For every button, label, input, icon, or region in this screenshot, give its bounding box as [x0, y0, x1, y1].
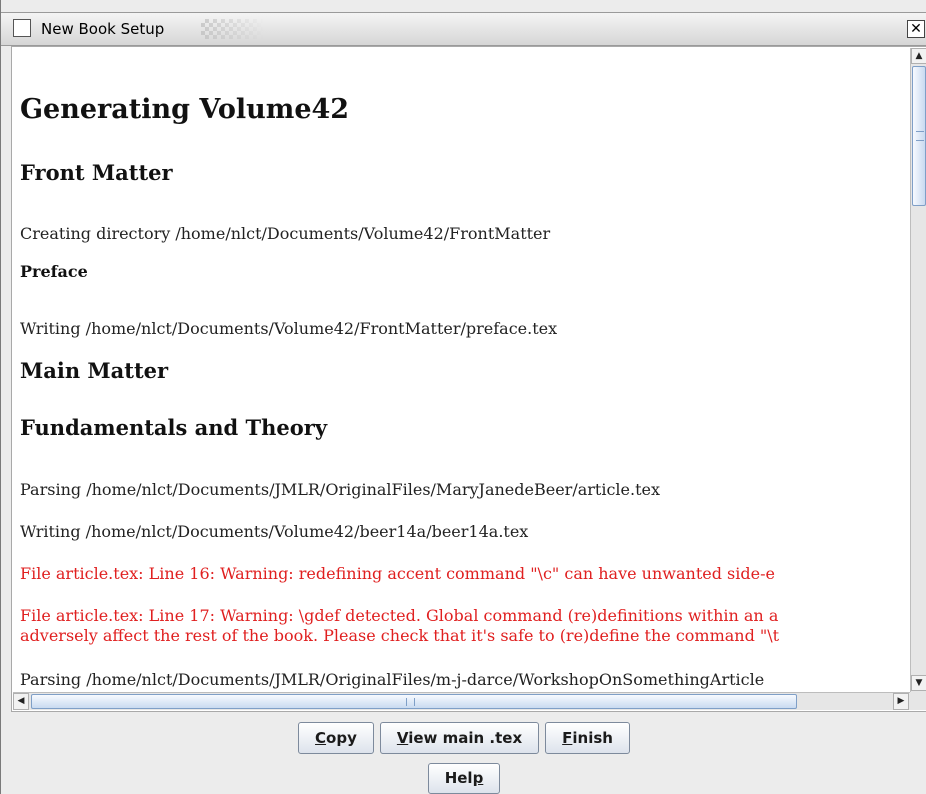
view-main-mnemonic: V — [396, 729, 409, 747]
finish-button[interactable]: Finish — [545, 722, 630, 754]
scroll-up-icon[interactable]: ▲ — [911, 48, 926, 64]
log-line-parse-darce: Parsing /home/nlct/Documents/JMLR/Origin… — [20, 670, 765, 689]
view-main-tex-button[interactable]: View main .tex — [379, 722, 540, 754]
title-bar-texture — [201, 19, 265, 39]
finish-label: inish — [572, 729, 613, 747]
scroll-right-icon[interactable]: ▶ — [893, 693, 909, 710]
warning-line-17-continued: adversely affect the rest of the book. P… — [20, 626, 780, 645]
help-mnemonic: p — [472, 769, 484, 787]
window-title: New Book Setup — [41, 20, 165, 38]
fundamentals-heading: Fundamentals and Theory — [20, 415, 328, 440]
preface-heading: Preface — [20, 262, 88, 281]
view-main-label: iew main .tex — [408, 729, 523, 747]
warning-line-17: File article.tex: Line 17: Warning: \gde… — [20, 606, 779, 625]
scroll-corner — [910, 692, 926, 710]
log-line-create-dir: Creating directory /home/nlct/Documents/… — [20, 224, 551, 243]
vertical-scrollbar[interactable]: ▲ ▼ — [910, 48, 926, 692]
horizontal-scrollbar[interactable]: ◀ ▶ — [13, 692, 910, 710]
warning-line-16: File article.tex: Line 16: Warning: rede… — [20, 564, 775, 583]
front-matter-heading: Front Matter — [20, 160, 173, 185]
log-viewport[interactable]: Generating Volume42 Front Matter Creatin… — [13, 48, 910, 692]
copy-button-mnemonic: C — [315, 729, 327, 747]
log-panel: Generating Volume42 Front Matter Creatin… — [11, 46, 926, 712]
finish-mnemonic: F — [562, 729, 573, 747]
new-book-setup-dialog: New Book Setup ✕ Generating Volume42 Fro… — [0, 0, 926, 794]
scroll-left-icon[interactable]: ◀ — [13, 693, 29, 710]
log-line-parse-beer: Parsing /home/nlct/Documents/JMLR/Origin… — [20, 480, 660, 499]
page-title: Generating Volume42 — [20, 94, 350, 125]
horizontal-scroll-thumb[interactable] — [31, 694, 797, 709]
copy-button-label: opy — [326, 729, 357, 747]
scroll-down-icon[interactable]: ▼ — [911, 675, 926, 691]
vertical-scroll-thumb[interactable] — [912, 66, 926, 206]
log-line-write-preface: Writing /home/nlct/Documents/Volume42/Fr… — [20, 319, 558, 338]
help-button[interactable]: Help — [427, 763, 501, 794]
help-label: Hel — [444, 769, 473, 787]
close-icon[interactable]: ✕ — [907, 20, 925, 38]
grip-icon — [406, 698, 415, 706]
window-menu-icon[interactable] — [13, 19, 31, 37]
log-line-write-beer: Writing /home/nlct/Documents/Volume42/be… — [20, 522, 529, 541]
help-button-row: Help — [1, 763, 926, 794]
copy-button[interactable]: Copy — [298, 722, 374, 754]
action-button-row: Copy View main .tex Finish — [1, 722, 926, 754]
title-bar[interactable]: New Book Setup ✕ — [1, 12, 926, 46]
grip-icon — [916, 131, 924, 141]
main-matter-heading: Main Matter — [20, 358, 169, 383]
